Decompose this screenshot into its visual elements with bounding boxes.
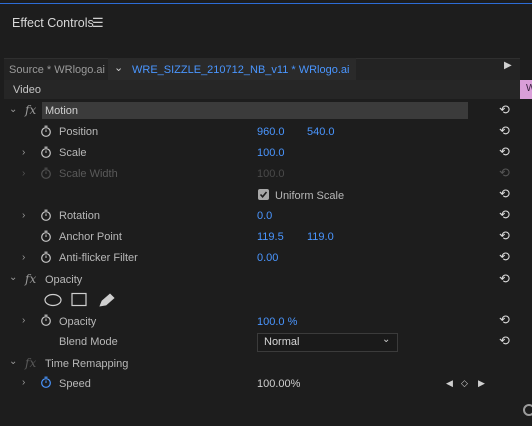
rotation-value[interactable]: 0.0 — [257, 210, 272, 222]
anti-flicker-label: Anti-flicker Filter — [59, 252, 138, 264]
checkmark-icon — [259, 191, 268, 199]
stopwatch-icon[interactable] — [40, 251, 52, 263]
stopwatch-icon[interactable] — [40, 230, 52, 242]
add-keyframe-icon[interactable]: ◇ — [461, 378, 468, 389]
reset-icon[interactable]: ⟲ — [499, 271, 510, 287]
timeline-clip-label: W — [526, 83, 532, 94]
chevron-right-icon: › — [22, 168, 26, 179]
scale-width-label: Scale Width — [59, 168, 118, 180]
uniform-scale-checkbox[interactable] — [258, 189, 269, 200]
panel-menu-icon[interactable]: ☰ — [92, 15, 104, 31]
chevron-right-icon[interactable]: › — [22, 315, 25, 326]
scale-value[interactable]: 100.0 — [257, 147, 285, 159]
pen-mask-icon — [99, 293, 115, 307]
speed-value[interactable]: 100.00% — [257, 378, 300, 390]
video-header-row — [4, 80, 520, 99]
mask-tools — [44, 292, 115, 307]
chevron-right-icon[interactable]: › — [22, 147, 25, 158]
scale-label: Scale — [59, 147, 87, 159]
chevron-right-icon[interactable]: › — [22, 377, 25, 388]
reset-icon[interactable]: ⟲ — [499, 249, 510, 265]
zoom-handle[interactable] — [523, 404, 532, 416]
chevron-down-icon[interactable]: ⌄ — [9, 272, 17, 283]
rotation-label: Rotation — [59, 210, 100, 222]
chevron-down-icon[interactable]: ⌄ — [9, 356, 17, 367]
blend-mode-label: Blend Mode — [59, 336, 118, 348]
stopwatch-icon[interactable] — [40, 209, 52, 221]
next-keyframe-icon[interactable]: ▶ — [478, 378, 485, 389]
stopwatch-icon — [41, 167, 51, 179]
fx-icon[interactable]: fx — [25, 103, 36, 117]
ellipse-mask-icon — [44, 293, 62, 307]
opacity-label: Opacity — [59, 316, 97, 328]
scale-width-value: 100.0 — [257, 168, 285, 180]
stopwatch-icon[interactable] — [40, 376, 52, 388]
video-label: Video — [13, 84, 41, 96]
reset-icon[interactable]: ⟲ — [499, 186, 510, 202]
anti-flicker-value[interactable]: 0.00 — [257, 252, 278, 264]
stopwatch-icon[interactable] — [40, 125, 52, 137]
fx-icon[interactable]: fx — [25, 272, 36, 286]
fx-icon: fx — [25, 356, 37, 370]
stopwatch-icon[interactable] — [40, 146, 52, 158]
tab-sequence[interactable]: WRE_SIZZLE_210712_NB_v11 * WRlogo.ai — [132, 64, 349, 76]
reset-icon[interactable]: ⟲ — [499, 102, 510, 118]
position-y-value[interactable]: 540.0 — [307, 126, 335, 138]
reset-icon[interactable]: ⟲ — [499, 312, 510, 328]
motion-label[interactable]: Motion — [45, 105, 78, 117]
play-icon[interactable]: ▶ — [504, 60, 512, 71]
anchor-y-value[interactable]: 119.0 — [307, 231, 334, 243]
chevron-down-icon[interactable]: ⌄ — [382, 334, 390, 345]
chevron-down-icon[interactable]: ⌄ — [9, 104, 17, 115]
opacity-value[interactable]: 100.0 % — [257, 316, 297, 328]
previous-keyframe-icon[interactable]: ◀ — [446, 378, 453, 389]
uniform-scale-label[interactable]: Uniform Scale — [275, 190, 344, 202]
time-remapping-label[interactable]: Time Remapping — [45, 358, 128, 370]
reset-icon[interactable]: ⟲ — [499, 144, 510, 160]
panel-focus-line — [0, 3, 532, 4]
chevron-right-icon[interactable]: › — [22, 252, 25, 263]
tab-source[interactable]: Source * WRlogo.ai — [9, 64, 105, 76]
opacity-section-label[interactable]: Opacity — [45, 274, 82, 286]
reset-icon: ⟲ — [499, 165, 510, 180]
position-label: Position — [59, 126, 99, 138]
speed-label: Speed — [59, 378, 91, 390]
anchor-x-value[interactable]: 119.5 — [257, 231, 284, 243]
rectangle-mask-icon — [71, 292, 87, 307]
reset-icon[interactable]: ⟲ — [499, 123, 510, 139]
chevron-right-icon[interactable]: › — [22, 210, 25, 221]
reset-icon[interactable]: ⟲ — [499, 207, 510, 223]
position-x-value[interactable]: 960.0 — [257, 126, 285, 138]
anchor-point-label: Anchor Point — [59, 231, 122, 243]
blend-mode-value[interactable]: Normal — [264, 336, 299, 348]
chevron-down-icon[interactable]: ⌄ — [114, 61, 123, 74]
reset-icon[interactable]: ⟲ — [499, 228, 510, 244]
reset-icon[interactable]: ⟲ — [499, 333, 510, 349]
stopwatch-icon[interactable] — [40, 314, 52, 326]
panel-title: Effect Controls — [12, 16, 94, 30]
motion-highlight — [42, 102, 468, 119]
